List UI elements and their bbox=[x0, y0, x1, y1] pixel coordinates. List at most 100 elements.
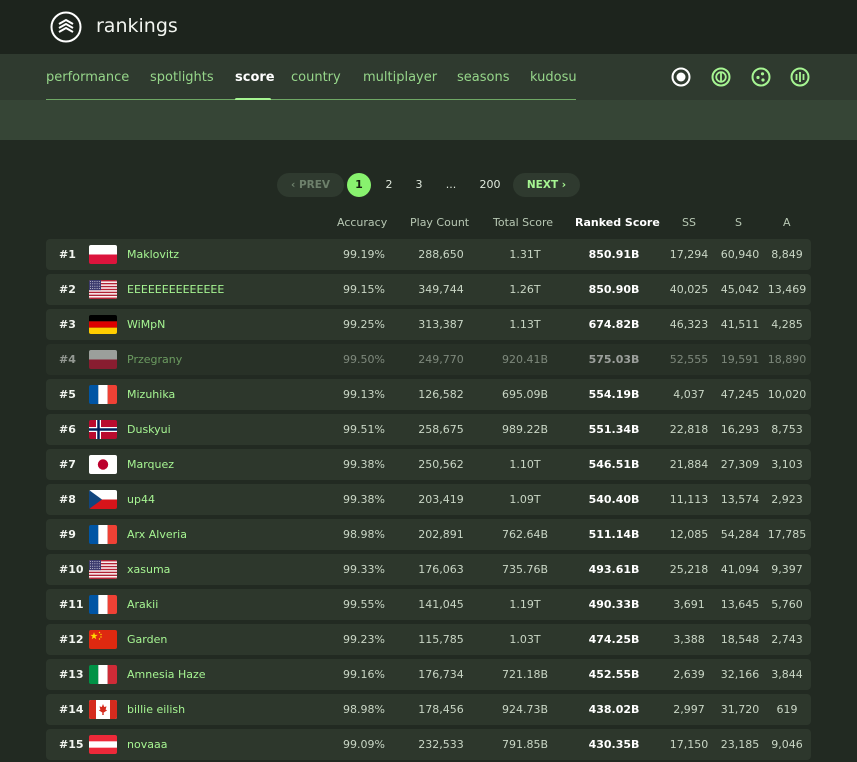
ranked-score-cell: 511.14B bbox=[588, 528, 640, 541]
tab-score[interactable]: score bbox=[235, 70, 275, 85]
page-3-button[interactable]: 3 bbox=[411, 173, 427, 197]
a-count-cell: 2,923 bbox=[771, 493, 803, 506]
poland-flag-icon[interactable] bbox=[89, 245, 117, 264]
usa-flag-icon[interactable] bbox=[89, 560, 117, 579]
accuracy-cell: 99.25% bbox=[343, 318, 385, 331]
a-count-cell: 13,469 bbox=[767, 283, 807, 296]
tab-performance[interactable]: performance bbox=[46, 70, 129, 85]
player-name-link[interactable]: Marquez bbox=[127, 458, 174, 471]
rank-cell: #15 bbox=[59, 738, 84, 751]
filter-bar bbox=[0, 100, 857, 140]
austria-flag-icon[interactable] bbox=[89, 735, 117, 754]
player-name-link[interactable]: novaaa bbox=[127, 738, 167, 751]
france-flag-icon[interactable] bbox=[89, 595, 117, 614]
japan-flag-icon[interactable] bbox=[89, 455, 117, 474]
tab-seasons[interactable]: seasons bbox=[457, 70, 509, 85]
rank-cell: #4 bbox=[59, 353, 76, 366]
taiko-mode-icon[interactable] bbox=[711, 67, 731, 87]
germany-flag-icon[interactable] bbox=[89, 315, 117, 334]
page-1-button[interactable]: 1 bbox=[347, 173, 371, 197]
chevron-left-icon: ‹ bbox=[290, 179, 299, 191]
next-label: NEXT bbox=[526, 179, 559, 191]
page-2-button[interactable]: 2 bbox=[381, 173, 397, 197]
play-count-cell: 232,533 bbox=[418, 738, 464, 751]
play-count-cell: 176,063 bbox=[418, 563, 464, 576]
total-score-cell: 924.73B bbox=[501, 703, 549, 716]
rank-cell: #6 bbox=[59, 423, 76, 436]
a-count-cell: 9,046 bbox=[771, 738, 803, 751]
ss-count-cell: 52,555 bbox=[669, 353, 709, 366]
norway-flag-icon[interactable] bbox=[89, 420, 117, 439]
player-name-link[interactable]: EEEEEEEEEEEEEE bbox=[127, 283, 224, 296]
s-count-cell: 16,293 bbox=[720, 423, 760, 436]
rank-cell: #1 bbox=[59, 248, 76, 261]
player-name-link[interactable]: Maklovitz bbox=[127, 248, 179, 261]
player-name-link[interactable]: billie eilish bbox=[127, 703, 185, 716]
catch-mode-icon[interactable] bbox=[751, 67, 771, 87]
player-name-link[interactable]: xasuma bbox=[127, 563, 170, 576]
a-count-cell: 9,397 bbox=[771, 563, 803, 576]
total-score-cell: 989.22B bbox=[501, 423, 549, 436]
rank-cell: #9 bbox=[59, 528, 76, 541]
tab-multiplayer[interactable]: multiplayer bbox=[363, 70, 437, 85]
player-name-link[interactable]: Duskyui bbox=[127, 423, 171, 436]
player-name-link[interactable]: Garden bbox=[127, 633, 167, 646]
accuracy-cell: 99.50% bbox=[343, 353, 385, 366]
ss-count-cell: 12,085 bbox=[669, 528, 709, 541]
player-name-link[interactable]: Arakii bbox=[127, 598, 158, 611]
page-title: rankings bbox=[96, 15, 178, 37]
france-flag-icon[interactable] bbox=[89, 385, 117, 404]
rank-cell: #7 bbox=[59, 458, 76, 471]
usa-flag-icon[interactable] bbox=[89, 280, 117, 299]
prev-page-button[interactable]: ‹ PREV bbox=[277, 173, 344, 197]
osu-mode-icon[interactable] bbox=[671, 67, 691, 87]
total-score-cell: 791.85B bbox=[501, 738, 549, 751]
ranked-score-cell: 850.91B bbox=[588, 248, 640, 261]
page-200-button[interactable]: 200 bbox=[476, 173, 504, 197]
table-row: #3 WiMpN 99.25% 313,387 1.13T 674.82B 46,323 41… bbox=[46, 309, 811, 340]
player-name-link[interactable]: WiMpN bbox=[127, 318, 165, 331]
page-ellipsis: ... bbox=[445, 178, 457, 191]
ranked-score-cell: 493.61B bbox=[588, 563, 640, 576]
header-total-score: Total Score bbox=[493, 216, 553, 229]
table-row: #2 EEEEEEEEEEEEEE 99.15% 349,744 1.26T 850.90… bbox=[46, 274, 811, 305]
s-count-cell: 13,645 bbox=[720, 598, 760, 611]
total-score-cell: 1.26T bbox=[509, 283, 541, 296]
tab-country[interactable]: country bbox=[291, 70, 341, 85]
france-flag-icon[interactable] bbox=[89, 525, 117, 544]
accuracy-cell: 99.33% bbox=[343, 563, 385, 576]
player-name-link[interactable]: Amnesia Haze bbox=[127, 668, 206, 681]
canada-flag-icon[interactable] bbox=[89, 700, 117, 719]
s-count-cell: 41,511 bbox=[720, 318, 760, 331]
header-a: A bbox=[783, 216, 791, 229]
total-score-cell: 1.03T bbox=[509, 633, 541, 646]
tab-spotlights[interactable]: spotlights bbox=[150, 70, 214, 85]
china-flag-icon[interactable] bbox=[89, 630, 117, 649]
tab-kudosu[interactable]: kudosu bbox=[530, 70, 577, 85]
rank-cell: #5 bbox=[59, 388, 76, 401]
player-name-link[interactable]: Mizuhika bbox=[127, 388, 175, 401]
s-count-cell: 23,185 bbox=[720, 738, 760, 751]
header-s: S bbox=[735, 216, 742, 229]
a-count-cell: 3,844 bbox=[771, 668, 803, 681]
s-count-cell: 27,309 bbox=[720, 458, 760, 471]
player-name-link[interactable]: Arx Alveria bbox=[127, 528, 187, 541]
rank-cell: #10 bbox=[59, 563, 84, 576]
ranked-score-cell: 430.35B bbox=[588, 738, 640, 751]
italy-flag-icon[interactable] bbox=[89, 665, 117, 684]
s-count-cell: 32,166 bbox=[720, 668, 760, 681]
accuracy-cell: 99.38% bbox=[343, 493, 385, 506]
total-score-cell: 1.09T bbox=[509, 493, 541, 506]
czech-flag-icon[interactable] bbox=[89, 490, 117, 509]
ss-count-cell: 21,884 bbox=[669, 458, 709, 471]
table-row: #7 Marquez 99.38% 250,562 1.10T 546.51B 21,884… bbox=[46, 449, 811, 480]
player-name-link[interactable]: up44 bbox=[127, 493, 155, 506]
player-name-link[interactable]: Przegrany bbox=[127, 353, 182, 366]
play-count-cell: 258,675 bbox=[418, 423, 464, 436]
next-page-button[interactable]: NEXT › bbox=[513, 173, 580, 197]
rank-cell: #12 bbox=[59, 633, 84, 646]
total-score-cell: 1.13T bbox=[509, 318, 541, 331]
mania-mode-icon[interactable] bbox=[790, 67, 810, 87]
poland-flag-icon[interactable] bbox=[89, 350, 117, 369]
ss-count-cell: 17,150 bbox=[669, 738, 709, 751]
